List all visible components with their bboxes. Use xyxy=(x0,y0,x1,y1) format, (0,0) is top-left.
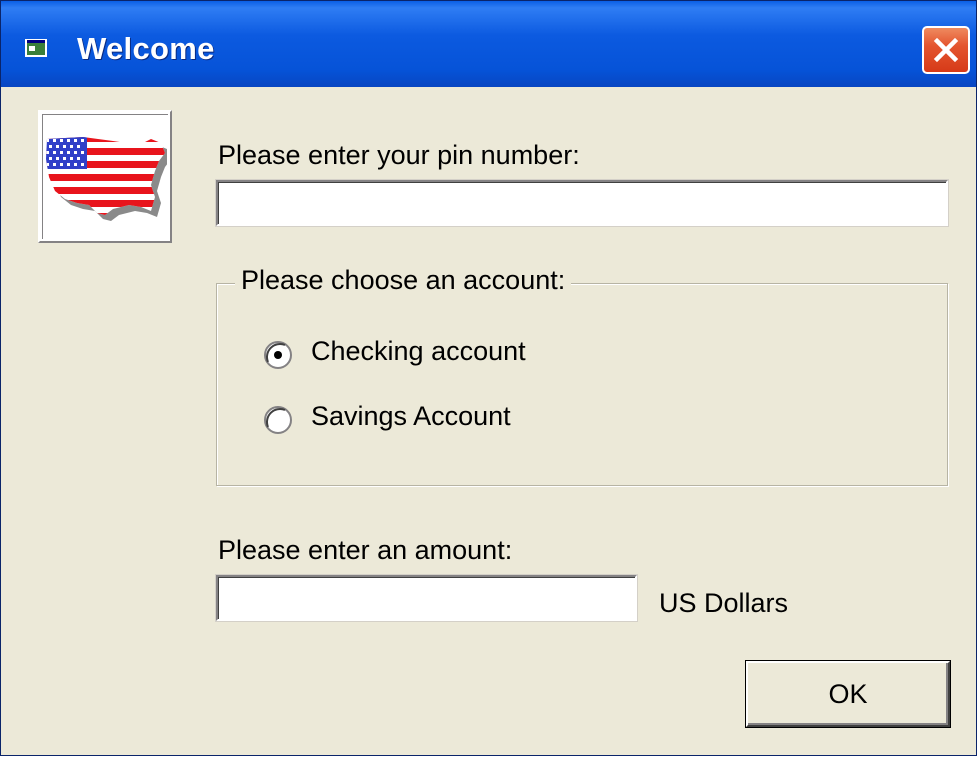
close-icon xyxy=(933,37,959,63)
us-flag-map-image xyxy=(38,110,172,243)
title-bar[interactable]: Welcome xyxy=(1,1,976,87)
close-button[interactable] xyxy=(922,26,970,74)
radio-option-checking[interactable]: Checking account xyxy=(263,336,583,372)
radio-unchecked-icon[interactable] xyxy=(263,405,293,435)
radio-checked-icon[interactable] xyxy=(263,340,293,370)
amount-field-frame xyxy=(215,574,638,622)
radio-label-checking: Checking account xyxy=(311,336,526,366)
pin-input[interactable] xyxy=(218,182,946,224)
radio-option-savings[interactable]: Savings Account xyxy=(263,401,583,437)
amount-input[interactable] xyxy=(218,577,635,619)
window-icon xyxy=(25,39,47,57)
radio-label-savings: Savings Account xyxy=(311,401,511,431)
pin-field-frame xyxy=(215,179,949,227)
us-flag-map-icon xyxy=(46,137,171,221)
window-title: Welcome xyxy=(77,31,215,66)
amount-label: Please enter an amount: xyxy=(218,535,513,565)
account-group-label: Please choose an account: xyxy=(235,265,572,296)
pin-label: Please enter your pin number: xyxy=(218,140,580,170)
currency-label: US Dollars xyxy=(659,588,789,618)
account-groupbox: Please choose an account: Checking accou… xyxy=(216,265,948,486)
welcome-dialog: Welcome Please enter your pin number: Pl… xyxy=(0,0,977,756)
ok-button[interactable]: OK xyxy=(745,660,951,728)
